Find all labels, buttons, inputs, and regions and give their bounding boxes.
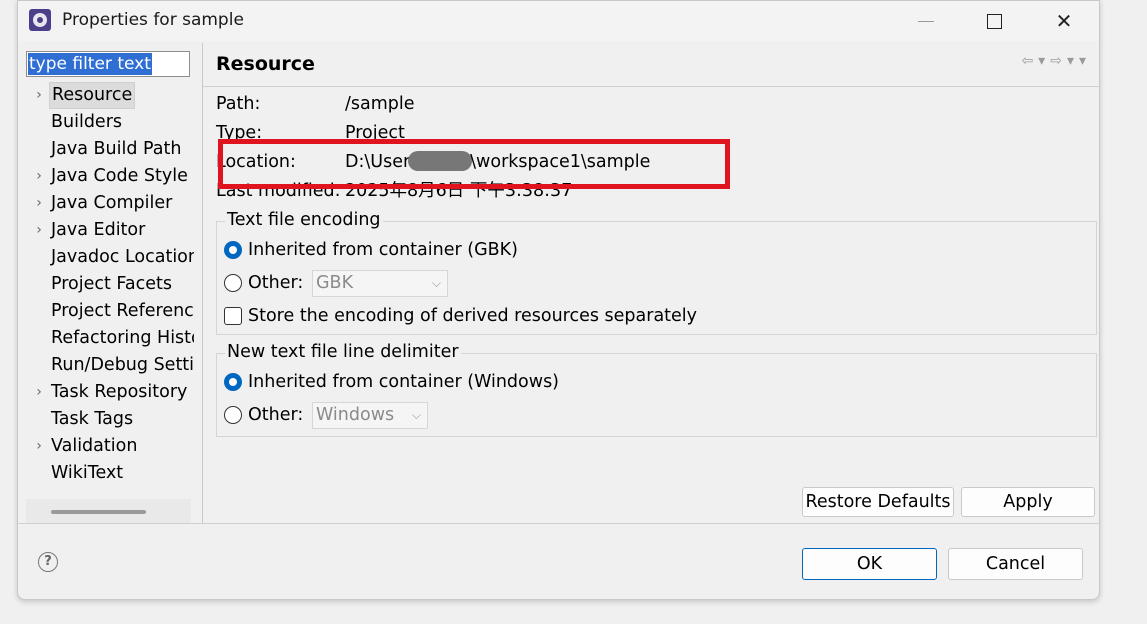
encoding-legend: Text file encoding — [225, 210, 383, 230]
tree-item-label: Java Compiler — [51, 193, 173, 213]
tree-item-label: Java Editor — [51, 220, 146, 240]
maximize-button[interactable] — [967, 3, 1023, 39]
chevron-down-icon: ⌵ — [431, 276, 441, 290]
delimiter-legend: New text file line delimiter — [225, 342, 461, 362]
store-encoding-checkbox[interactable] — [224, 307, 242, 325]
store-encoding-label: Store the encoding of derived resources … — [248, 306, 698, 326]
tree-item[interactable]: › Java Compiler — [18, 190, 194, 217]
tree-item-label: Project Facets — [51, 274, 172, 294]
horizontal-scrollbar[interactable] — [26, 499, 191, 523]
preference-tree: › Resource Builders Java Build Path › Java Co… — [18, 82, 194, 492]
help-icon[interactable]: ? — [38, 552, 58, 572]
encoding-inherited-label: Inherited from container (GBK) — [248, 240, 518, 260]
tree-item[interactable]: › Resource — [18, 82, 194, 109]
delimiter-inherited-label: Inherited from container (Windows) — [248, 372, 560, 392]
maximize-icon — [987, 14, 1002, 29]
tree-item-label: Task Repository — [51, 382, 188, 402]
delimiter-other-label: Other: — [248, 405, 304, 425]
expand-arrow-icon[interactable]: › — [32, 433, 46, 460]
tree-item[interactable]: › Validation — [18, 433, 194, 460]
tree-item[interactable]: › Java Editor — [18, 217, 194, 244]
tree-item[interactable]: WikiText — [18, 460, 194, 487]
path-value: /sample — [345, 94, 415, 114]
tree-item[interactable]: Run/Debug Settings — [18, 352, 194, 379]
tree-item[interactable]: Task Tags — [18, 406, 194, 433]
preference-tree-pane: type filter text › Resource Builders Java B… — [18, 41, 202, 523]
expand-arrow-icon[interactable]: › — [32, 163, 46, 190]
tree-item-label: Resource — [49, 82, 136, 109]
footer-divider — [18, 523, 1099, 524]
tree-item[interactable]: Javadoc Location — [18, 244, 194, 271]
page-title: Resource — [216, 53, 315, 75]
encoding-group: Text file encoding Inherited from contai… — [216, 210, 1097, 335]
tree-item[interactable]: › Task Repository — [18, 379, 194, 406]
title-bar[interactable]: Properties for sample ✕ — [18, 1, 1099, 41]
delimiter-other-radio[interactable] — [224, 406, 242, 424]
encoding-other-label: Other: — [248, 273, 304, 293]
resource-page: Resource ⇦▾⇨▾▾ Path: /sample Type: Proje… — [203, 43, 1099, 523]
tree-item[interactable]: › Java Code Style — [18, 163, 194, 190]
expand-arrow-icon[interactable]: › — [32, 379, 46, 406]
tree-item-label: Run/Debug Settings — [51, 355, 194, 375]
tree-item[interactable]: Builders — [18, 109, 194, 136]
encoding-select-value: GBK — [316, 273, 354, 293]
location-highlight-box — [218, 139, 730, 189]
tree-item[interactable]: Project References — [18, 298, 194, 325]
filter-input[interactable]: type filter text — [26, 51, 190, 77]
cancel-button[interactable]: Cancel — [948, 548, 1083, 580]
encoding-other-radio[interactable] — [224, 274, 242, 292]
path-label: Path: — [216, 94, 261, 114]
properties-dialog: Properties for sample ✕ type filter text… — [17, 0, 1100, 600]
tree-item[interactable]: Refactoring History — [18, 325, 194, 352]
window-title: Properties for sample — [62, 10, 244, 30]
expand-arrow-icon[interactable]: › — [32, 217, 46, 244]
delimiter-group: New text file line delimiter Inherited f… — [216, 342, 1097, 437]
tree-item-label: Refactoring History — [51, 328, 194, 348]
minimize-icon — [918, 21, 934, 22]
tree-item-label: WikiText — [51, 463, 124, 483]
tree-item-label: Validation — [51, 436, 138, 456]
tree-item[interactable]: Java Build Path — [18, 136, 194, 163]
encoding-inherited-radio[interactable] — [224, 241, 242, 259]
tree-item-label: Java Build Path — [51, 139, 182, 159]
eclipse-icon — [29, 9, 51, 31]
scrollbar-thumb[interactable] — [51, 510, 146, 514]
tree-item-label: Java Code Style — [51, 166, 188, 186]
tree-item-label: Builders — [51, 112, 123, 132]
nav-arrows[interactable]: ⇦▾⇨▾▾ — [1021, 53, 1091, 71]
title-divider — [203, 86, 1099, 87]
encoding-select[interactable]: GBK ⌵ — [312, 270, 448, 297]
restore-defaults-button[interactable]: Restore Defaults — [802, 487, 954, 517]
delimiter-select-value: Windows — [316, 405, 395, 425]
apply-button[interactable]: Apply — [961, 487, 1095, 517]
filter-text: type filter text — [28, 53, 152, 75]
expand-arrow-icon[interactable]: › — [32, 82, 46, 109]
tree-item-label: Task Tags — [51, 409, 134, 429]
expand-arrow-icon[interactable]: › — [32, 190, 46, 217]
delimiter-select[interactable]: Windows ⌵ — [312, 402, 428, 429]
tree-item-label: Project References — [51, 301, 194, 321]
delimiter-inherited-radio[interactable] — [224, 373, 242, 391]
close-button[interactable]: ✕ — [1036, 3, 1092, 39]
chevron-down-icon: ⌵ — [411, 408, 421, 422]
tree-item-label: Javadoc Location — [51, 247, 194, 267]
tree-item[interactable]: Project Facets — [18, 271, 194, 298]
ok-button[interactable]: OK — [802, 548, 937, 580]
minimize-button[interactable] — [898, 3, 954, 39]
